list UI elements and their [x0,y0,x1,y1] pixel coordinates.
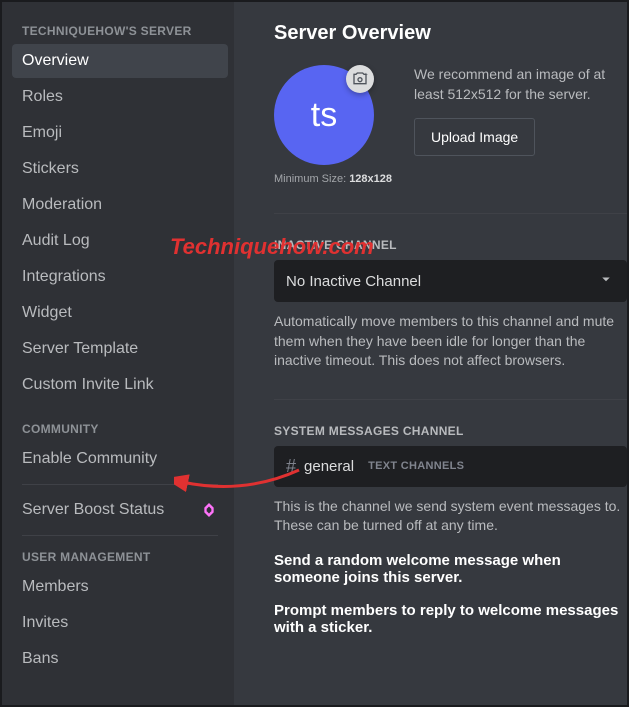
system-messages-label: SYSTEM MESSAGES CHANNEL [274,424,627,438]
system-messages-help: This is the channel we send system event… [274,497,627,536]
channel-name: general [304,458,354,475]
sidebar-item-custom-invite-link[interactable]: Custom Invite Link [12,368,228,402]
sidebar-item-enable-community[interactable]: Enable Community [12,442,228,476]
recommend-text: We recommend an image of at least 512x51… [414,65,627,104]
section-divider [274,399,627,400]
sidebar-header-user-management: USER MANAGEMENT [12,544,228,570]
channel-category: TEXT CHANNELS [368,460,464,472]
minimum-size-hint: Minimum Size: 128x128 [274,173,392,185]
sidebar-header-server: TECHNIQUEHOW'S SERVER [12,18,228,44]
sidebar-item-integrations[interactable]: Integrations [12,260,228,294]
system-messages-select[interactable]: # general TEXT CHANNELS [274,446,627,487]
sidebar-divider [22,535,218,536]
sidebar-item-emoji[interactable]: Emoji [12,116,228,150]
sidebar-item-overview[interactable]: Overview [12,44,228,78]
sidebar-item-widget[interactable]: Widget [12,296,228,330]
sidebar-item-bans[interactable]: Bans [12,642,228,676]
inactive-channel-select[interactable]: No Inactive Channel [274,260,627,302]
sidebar-item-moderation[interactable]: Moderation [12,188,228,222]
toggle-welcome-message[interactable]: Send a random welcome message when someo… [274,552,627,586]
sidebar-item-members[interactable]: Members [12,570,228,604]
sidebar-divider [22,484,218,485]
hash-icon: # [286,456,296,477]
sidebar-item-audit-log[interactable]: Audit Log [12,224,228,258]
sidebar-item-roles[interactable]: Roles [12,80,228,114]
toggle-welcome-reply-prompt[interactable]: Prompt members to reply to welcome messa… [274,602,627,636]
sidebar-item-stickers[interactable]: Stickers [12,152,228,186]
settings-sidebar: TECHNIQUEHOW'S SERVER Overview Roles Emo… [2,2,234,705]
sidebar-header-community: COMMUNITY [12,416,228,442]
inactive-channel-label: INACTIVE CHANNEL [274,238,627,252]
server-avatar[interactable]: ts + [274,65,374,165]
sidebar-item-invites[interactable]: Invites [12,606,228,640]
upload-image-button[interactable]: Upload Image [414,118,535,156]
svg-text:+: + [364,71,368,78]
sidebar-item-server-boost[interactable]: Server Boost Status [12,493,228,527]
select-value: No Inactive Channel [286,273,421,290]
section-divider [274,213,627,214]
inactive-channel-help: Automatically move members to this chann… [274,312,627,371]
chevron-down-icon [597,270,615,292]
content-pane: Server Overview ts + Minimum Size: 128x1… [234,2,627,705]
sidebar-item-server-template[interactable]: Server Template [12,332,228,366]
page-title: Server Overview [274,22,627,45]
boost-icon [204,503,218,517]
upload-image-icon[interactable]: + [346,65,374,93]
